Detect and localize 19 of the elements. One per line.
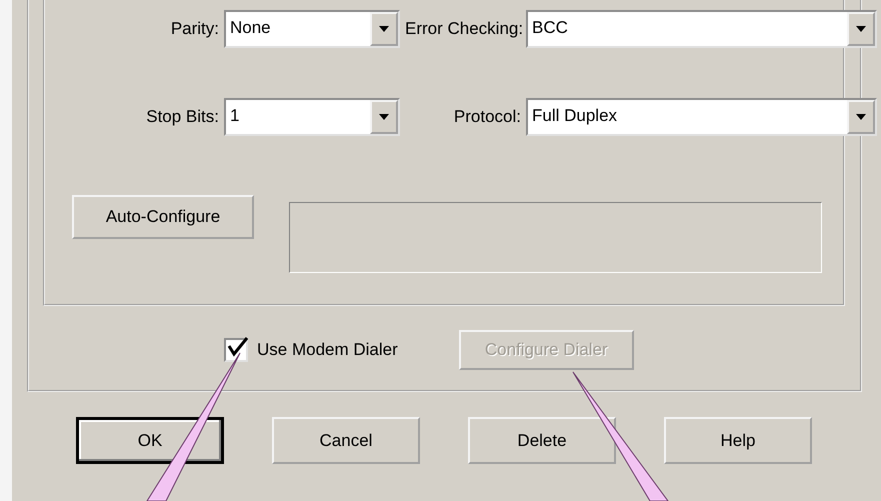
auto-configure-button[interactable]: Auto-Configure [72, 195, 254, 239]
dropdown-field[interactable]: BCC [526, 10, 877, 48]
checkbox-label[interactable]: Use Modem Dialer [257, 340, 398, 360]
dialog-button[interactable]: Cancel [272, 417, 420, 464]
caret-icon [856, 114, 866, 120]
dropdown-field[interactable]: 1 [224, 98, 400, 136]
dropdown-field[interactable]: Full Duplex [526, 98, 877, 136]
field-label: Protocol: [452, 107, 521, 127]
dialog-button[interactable]: OK [76, 417, 224, 464]
caret-icon [379, 26, 389, 32]
dialog-button[interactable]: Help [664, 417, 812, 464]
dialog-button[interactable]: Delete [468, 417, 616, 464]
field-label: Error Checking: [405, 19, 521, 39]
caret-icon [379, 114, 389, 120]
dropdown-field[interactable]: None [224, 10, 400, 48]
caret-icon [856, 26, 866, 32]
checkbox[interactable] [224, 338, 248, 362]
field-label: Stop Bits: [145, 107, 219, 127]
field-label: Parity: [170, 19, 219, 39]
